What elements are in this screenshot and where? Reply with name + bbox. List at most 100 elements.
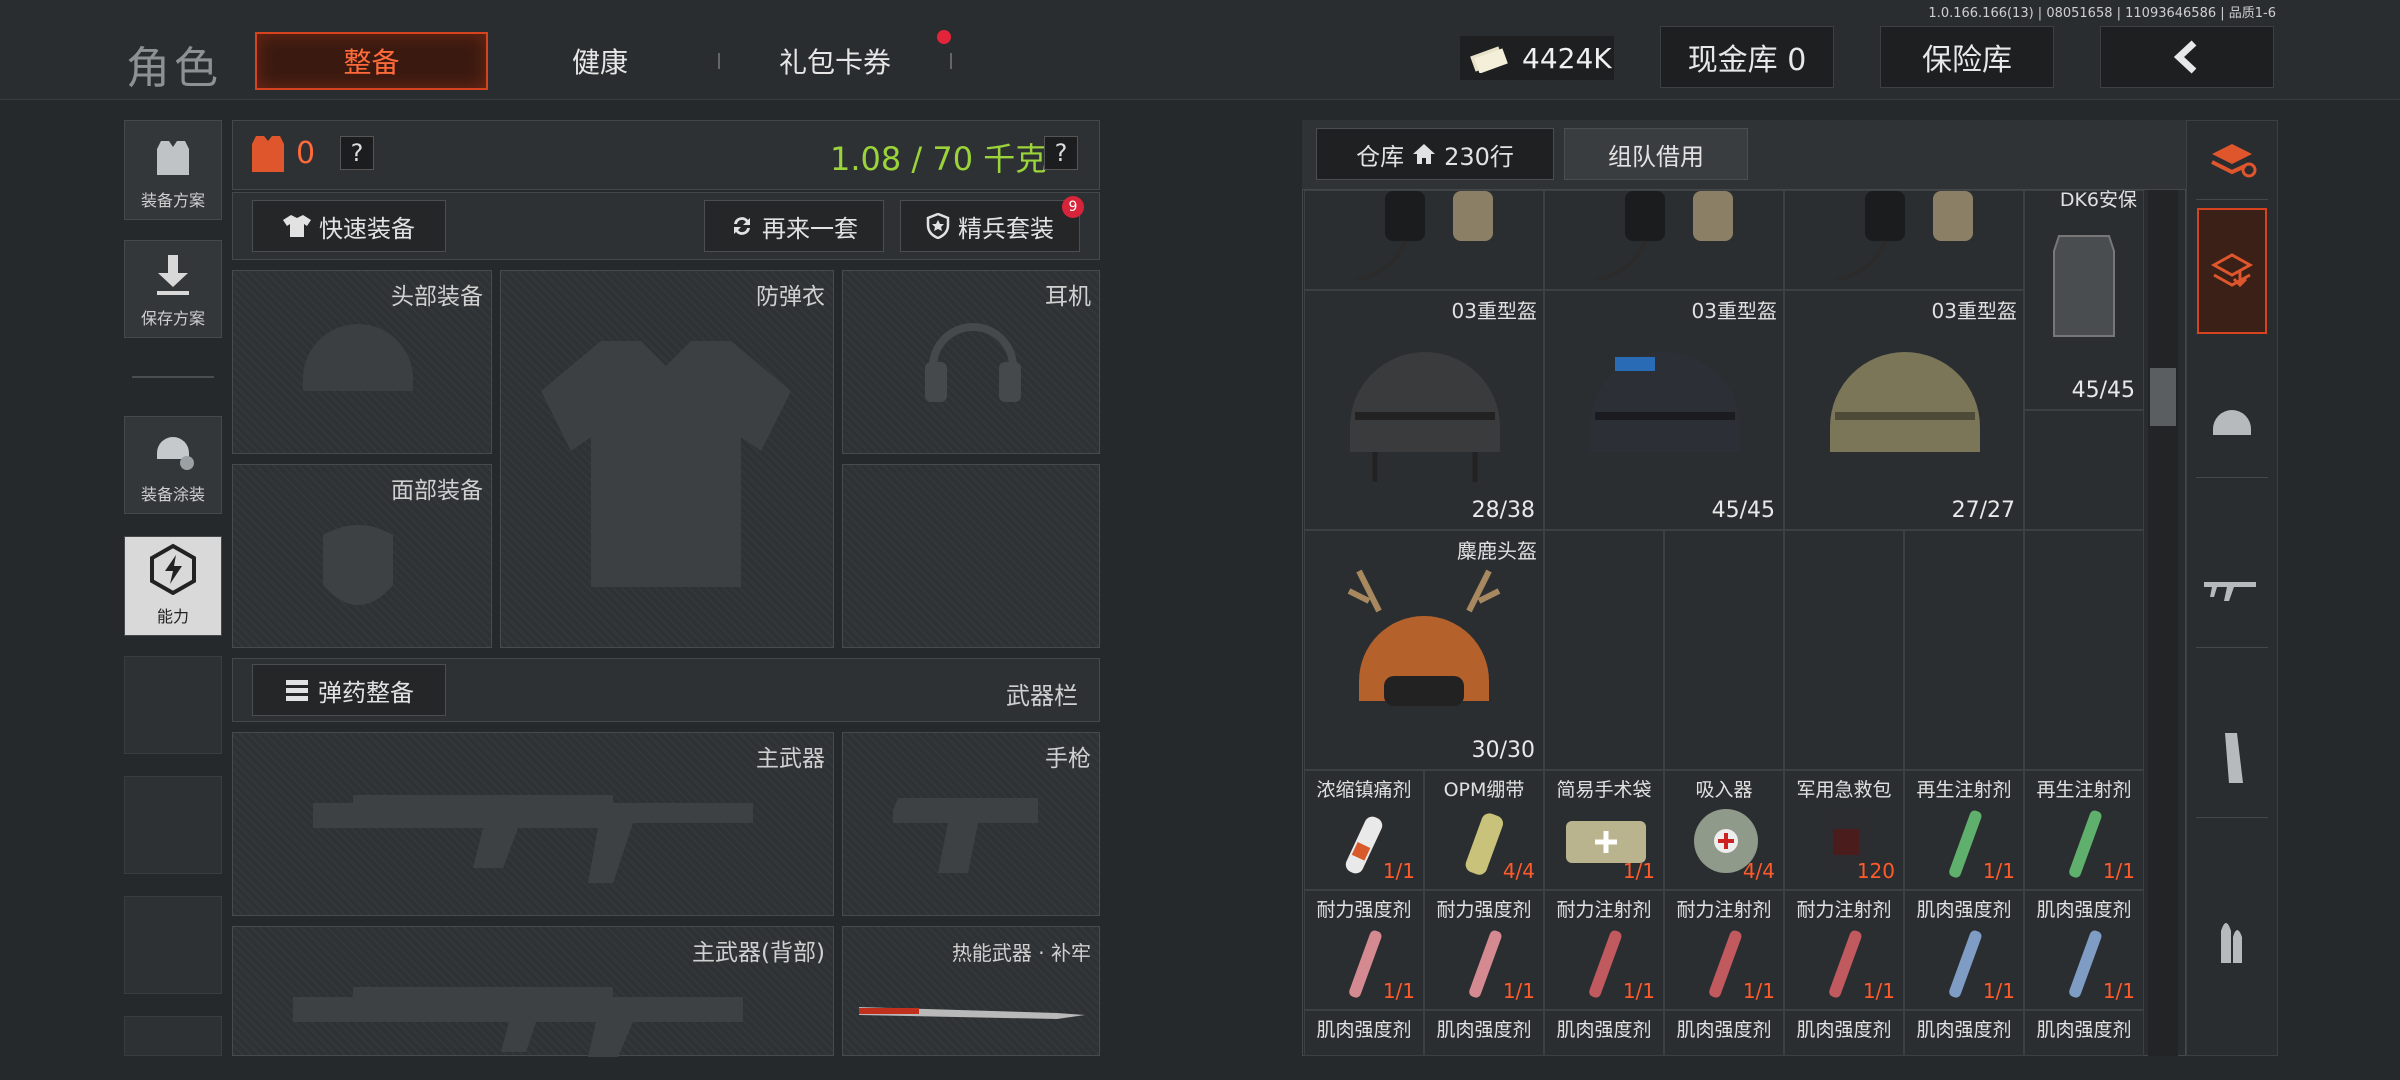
- slot-label: 面部装备: [391, 478, 483, 504]
- inventory-empty: [1544, 530, 1664, 770]
- inventory-item[interactable]: 耐力强度剂 1/1: [1304, 890, 1424, 1010]
- inventory-item[interactable]: 肌肉强度剂: [1424, 1010, 1544, 1056]
- slot-label: 热能武器 · 补牢: [951, 941, 1091, 965]
- tab-divider: [950, 53, 952, 69]
- tab-storage[interactable]: 仓库 230行: [1316, 128, 1554, 180]
- sidebar-empty-slot: [124, 896, 222, 994]
- sidebar-item-ability[interactable]: 能力: [124, 536, 222, 636]
- inventory-item[interactable]: 肌肉强度剂: [1664, 1010, 1784, 1056]
- inventory-item[interactable]: [1304, 190, 1544, 290]
- back-button[interactable]: [2100, 26, 2274, 88]
- slot-label: 防弹衣: [756, 284, 825, 310]
- sidebar-item-loadout-plan[interactable]: 装备方案: [124, 120, 222, 220]
- inventory-item[interactable]: [1784, 190, 2024, 290]
- category-rifle[interactable]: [2196, 530, 2268, 648]
- again-button[interactable]: 再来一套: [704, 200, 884, 252]
- warehouse-scrollbar[interactable]: [2148, 190, 2178, 1056]
- slot-face[interactable]: 面部装备: [232, 464, 492, 648]
- layers-download-icon: [2210, 252, 2254, 287]
- category-all[interactable]: [2196, 120, 2268, 200]
- inventory-item[interactable]: 军用急救包 120: [1784, 770, 1904, 890]
- helmet-icon: [1350, 352, 1500, 482]
- slot-pistol[interactable]: 手枪: [842, 732, 1100, 916]
- inventory-item[interactable]: 再生注射剂 1/1: [1904, 770, 2024, 890]
- category-helmet[interactable]: [2196, 360, 2268, 478]
- inventory-item[interactable]: 再生注射剂 1/1: [2024, 770, 2144, 890]
- category-ammo[interactable]: [2196, 880, 2268, 998]
- cash-vault-button[interactable]: 现金库 0: [1660, 26, 1834, 88]
- inventory-empty: [2024, 410, 2144, 530]
- magazine-icon: [2225, 732, 2243, 783]
- slot-primary[interactable]: 主武器: [232, 732, 834, 916]
- helmet-icon: [2213, 409, 2251, 435]
- tab-team-borrow[interactable]: 组队借用: [1564, 128, 1748, 180]
- vest-item-icon: [2053, 235, 2115, 337]
- inventory-item[interactable]: 简易手术袋 1/1: [1544, 770, 1664, 890]
- inventory-item[interactable]: 吸入器 4/4: [1664, 770, 1784, 890]
- download-icon: [157, 255, 189, 295]
- tab-health[interactable]: 健康: [520, 32, 680, 90]
- sidebar-empty-slot: [124, 1016, 222, 1056]
- inventory-empty: [1784, 530, 1904, 770]
- tab-loadout[interactable]: 整备: [255, 32, 488, 90]
- quick-equip-button[interactable]: 快速装备: [252, 200, 446, 252]
- slot-headset[interactable]: 耳机: [842, 270, 1100, 454]
- category-storage[interactable]: [2196, 207, 2268, 334]
- inventory-item[interactable]: [1544, 190, 1784, 290]
- inventory-item[interactable]: DK6安保 45/45: [2024, 189, 2144, 410]
- sidebar-empty-slot: [124, 656, 222, 754]
- sidebar-item-skin[interactable]: 装备涂装: [124, 416, 222, 514]
- inventory-item[interactable]: 03重型盔 28/38: [1304, 290, 1544, 530]
- elite-kit-button[interactable]: 精兵套装: [900, 200, 1080, 252]
- cash-icon: [1470, 46, 1508, 73]
- slot-locked: [842, 464, 1100, 648]
- helmet-icon: [1590, 352, 1740, 452]
- helmet-silhouette-icon: [303, 324, 413, 391]
- inventory-item[interactable]: 耐力注射剂 1/1: [1544, 890, 1664, 1010]
- elite-badge: 9: [1062, 196, 1084, 218]
- slot-label: 主武器(背部): [692, 940, 825, 966]
- slot-head[interactable]: 头部装备: [232, 270, 492, 454]
- inventory-item[interactable]: 肌肉强度剂 1/1: [1904, 890, 2024, 1010]
- category-magazine[interactable]: [2196, 700, 2268, 818]
- inventory-item[interactable]: 耐力注射剂 1/1: [1784, 890, 1904, 1010]
- version-text: 1.0.166.166(13) | 08051658 | 11093646586…: [1928, 6, 2276, 21]
- inventory-item[interactable]: 麋鹿头盔 30/30: [1304, 530, 1544, 770]
- inventory-item[interactable]: 肌肉强度剂: [1544, 1010, 1664, 1056]
- weight-readout: 1.08 / 70 千克: [830, 140, 1048, 178]
- inventory-item[interactable]: OPM绷带 4/4: [1424, 770, 1544, 890]
- rifle-icon: [2204, 581, 2256, 601]
- slot-vest[interactable]: 防弹衣: [500, 270, 834, 648]
- helmet-paint-icon: [157, 437, 194, 470]
- inventory-item[interactable]: 肌肉强度剂: [2024, 1010, 2144, 1056]
- katana-icon: [859, 1007, 1085, 1019]
- pistol-silhouette-icon: [893, 798, 1038, 873]
- sidebar-divider: [132, 376, 214, 378]
- inventory-item[interactable]: 肌肉强度剂: [1904, 1010, 2024, 1056]
- help-button[interactable]: ?: [340, 136, 374, 170]
- inventory-item[interactable]: 耐力注射剂 1/1: [1664, 890, 1784, 1010]
- tab-divider: [718, 53, 720, 69]
- inventory-item[interactable]: 03重型盔 27/27: [1784, 290, 2024, 530]
- insurance-vault-button[interactable]: 保险库: [1880, 26, 2054, 88]
- inventory-empty: [2024, 530, 2144, 770]
- inventory-item[interactable]: 肌肉强度剂 1/1: [2024, 890, 2144, 1010]
- headset-icon: [1354, 191, 1493, 281]
- inventory-item[interactable]: 03重型盔 45/45: [1544, 290, 1784, 530]
- tab-packs[interactable]: 礼包卡券: [740, 32, 930, 90]
- inventory-empty: [1664, 530, 1784, 770]
- inventory-item[interactable]: 肌肉强度剂: [1784, 1010, 1904, 1056]
- slot-melee[interactable]: 热能武器 · 补牢: [842, 926, 1100, 1056]
- ammo-button[interactable]: 弹药整备: [252, 664, 446, 716]
- sidebar-item-save-plan[interactable]: 保存方案: [124, 240, 222, 338]
- elk-helmet-icon: [1347, 569, 1501, 706]
- mask-silhouette-icon: [323, 525, 393, 605]
- inventory-item[interactable]: 肌肉强度剂: [1304, 1010, 1424, 1056]
- inventory-item[interactable]: 耐力强度剂 1/1: [1424, 890, 1544, 1010]
- ammo-icon: [286, 680, 308, 701]
- weight-help-button[interactable]: ?: [1044, 136, 1078, 170]
- armor-count: 0: [296, 136, 316, 171]
- scrollbar-thumb[interactable]: [2150, 368, 2176, 426]
- inventory-item[interactable]: 浓缩镇痛剂 1/1: [1304, 770, 1424, 890]
- slot-primary-back[interactable]: 主武器(背部): [232, 926, 834, 1057]
